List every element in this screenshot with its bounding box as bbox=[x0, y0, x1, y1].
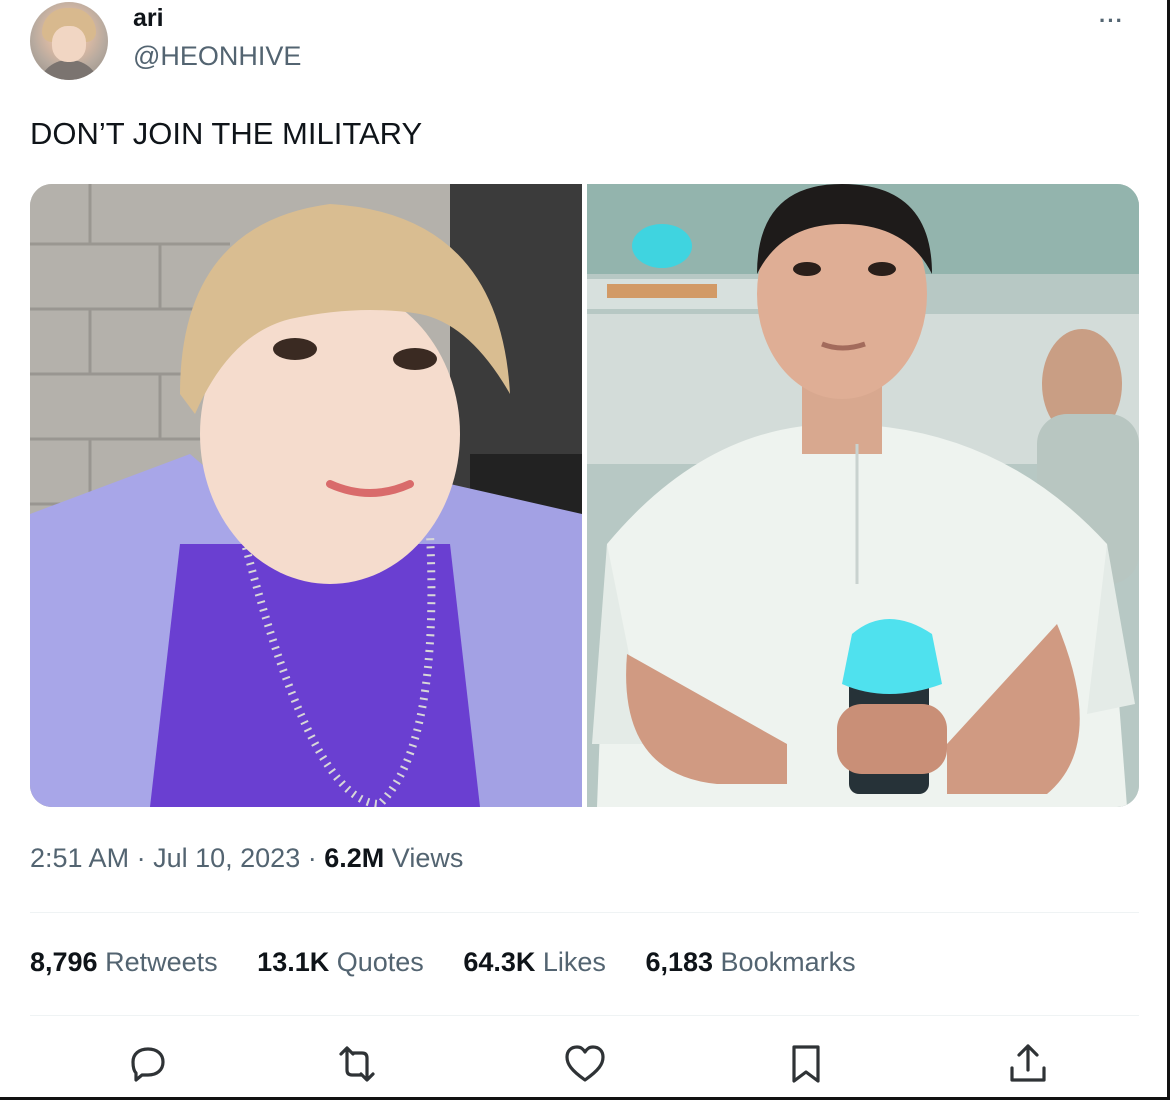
stat-retweets[interactable]: 8,796 Retweets bbox=[30, 947, 218, 978]
stat-label: Retweets bbox=[105, 947, 218, 977]
media-photo-left[interactable] bbox=[30, 184, 582, 807]
divider bbox=[30, 912, 1139, 913]
user-handle[interactable]: @HEONHIVE bbox=[133, 41, 301, 72]
tweet-card: ari @HEONHIVE ··· DON’T JOIN THE MILITAR… bbox=[0, 0, 1170, 1100]
tweet-time[interactable]: 2:51 AM bbox=[30, 843, 129, 873]
stat-count: 8,796 bbox=[30, 947, 98, 977]
stat-label: Quotes bbox=[336, 947, 424, 977]
heart-icon[interactable] bbox=[561, 1040, 609, 1088]
stat-bookmarks[interactable]: 6,183 Bookmarks bbox=[645, 947, 855, 978]
tweet-meta: 2:51 AM · Jul 10, 2023 · 6.2M Views bbox=[30, 843, 463, 874]
media-photo-right[interactable] bbox=[587, 184, 1139, 807]
media-grid bbox=[30, 184, 1139, 807]
engagement-stats: 8,796 Retweets 13.1K Quotes 64.3K Likes … bbox=[30, 947, 888, 978]
stat-label: Likes bbox=[542, 947, 606, 977]
bookmark-icon[interactable] bbox=[782, 1040, 830, 1088]
stat-likes[interactable]: 64.3K Likes bbox=[463, 947, 606, 978]
stat-count: 6,183 bbox=[645, 947, 714, 977]
tweet-text: DON’T JOIN THE MILITARY bbox=[30, 116, 423, 151]
more-options-icon[interactable]: ··· bbox=[1099, 8, 1124, 34]
reply-icon[interactable] bbox=[124, 1040, 172, 1088]
stat-count: 64.3K bbox=[463, 947, 536, 977]
avatar[interactable] bbox=[30, 2, 108, 80]
photo-left-illustration bbox=[30, 184, 582, 807]
photo-right-illustration bbox=[587, 184, 1139, 807]
stat-label: Bookmarks bbox=[720, 947, 856, 977]
meta-separator: · bbox=[307, 843, 317, 873]
divider bbox=[30, 1015, 1139, 1016]
stat-quotes[interactable]: 13.1K Quotes bbox=[257, 947, 424, 978]
meta-separator: · bbox=[136, 843, 146, 873]
action-bar bbox=[0, 1040, 1170, 1090]
retweet-icon[interactable] bbox=[333, 1040, 381, 1088]
tweet-date[interactable]: Jul 10, 2023 bbox=[153, 843, 300, 873]
views-label: Views bbox=[391, 843, 464, 873]
stat-count: 13.1K bbox=[257, 947, 330, 977]
views-count: 6.2M bbox=[324, 843, 385, 873]
share-icon[interactable] bbox=[1004, 1040, 1052, 1088]
display-name[interactable]: ari bbox=[133, 4, 164, 33]
